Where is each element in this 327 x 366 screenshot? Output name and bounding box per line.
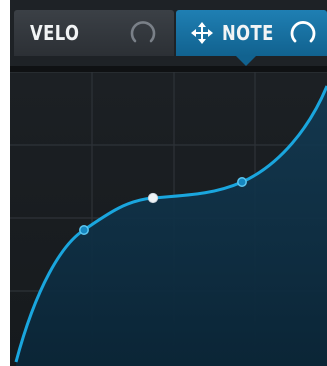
curve-graph-canvas[interactable] — [10, 72, 327, 366]
tab-note[interactable]: NOTE — [176, 10, 327, 56]
move-arrows-icon[interactable] — [190, 21, 214, 45]
curve-editor-panel: VELO NOTE — [10, 0, 327, 366]
knob-arc-icon[interactable] — [288, 18, 318, 48]
tab-velo-label: VELO — [30, 21, 80, 45]
control-point-handle[interactable] — [237, 177, 247, 187]
tab-bar: VELO NOTE — [10, 0, 327, 66]
knob-arc-icon[interactable] — [128, 18, 158, 48]
control-point-handle[interactable] — [79, 225, 89, 235]
tab-velo[interactable]: VELO — [14, 10, 174, 56]
control-point-selected[interactable] — [147, 192, 159, 204]
tab-note-label: NOTE — [222, 21, 274, 45]
curve-graph[interactable] — [10, 72, 327, 366]
active-tab-pointer — [236, 56, 256, 66]
